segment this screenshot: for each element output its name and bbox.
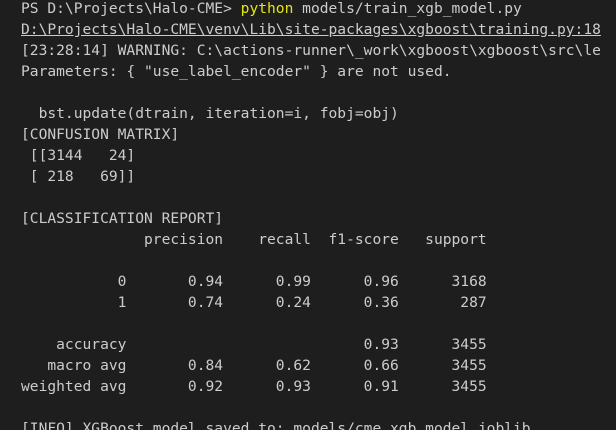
command-args: models/train_xgb_model.py bbox=[293, 0, 522, 17]
confusion-matrix-row: [[3144 24] bbox=[21, 147, 136, 164]
prompt-line: PS D:\Projects\Halo-CME> python models/t… bbox=[21, 0, 522, 19]
warning-line: [23:28:14] WARNING: C:\actions-runner\_w… bbox=[21, 42, 601, 59]
classification-report-accuracy: accuracy 0.93 3455 bbox=[21, 336, 487, 353]
classification-report-weighted-avg: weighted avg 0.92 0.93 0.91 3455 bbox=[21, 378, 487, 395]
params-line: Parameters: { "use_label_encoder" } are … bbox=[21, 63, 452, 80]
classification-report-header: [CLASSIFICATION REPORT] bbox=[21, 210, 224, 227]
info-line: [INFO] XGBoost model saved to: models/cm… bbox=[21, 420, 531, 430]
confusion-matrix-header: [CONFUSION MATRIX] bbox=[21, 126, 180, 143]
warning-path-link[interactable]: D:\Projects\Halo-CME\venv\Lib\site-packa… bbox=[21, 19, 601, 40]
confusion-matrix-row: [ 218 69]] bbox=[21, 168, 136, 185]
classification-report-macro-avg: macro avg 0.84 0.62 0.66 3455 bbox=[21, 357, 487, 374]
terminal-window[interactable]: PS D:\Projects\Halo-CME> python models/t… bbox=[0, 0, 616, 430]
prompt: PS D:\Projects\Halo-CME> bbox=[21, 0, 241, 17]
command-name: python bbox=[240, 0, 294, 17]
classification-report-columns: precision recall f1-score support bbox=[21, 231, 487, 248]
classification-report-row: 0 0.94 0.99 0.96 3168 bbox=[21, 273, 487, 290]
update-line: bst.update(dtrain, iteration=i, fobj=obj… bbox=[21, 105, 399, 122]
classification-report-row: 1 0.74 0.24 0.36 287 bbox=[21, 294, 487, 311]
